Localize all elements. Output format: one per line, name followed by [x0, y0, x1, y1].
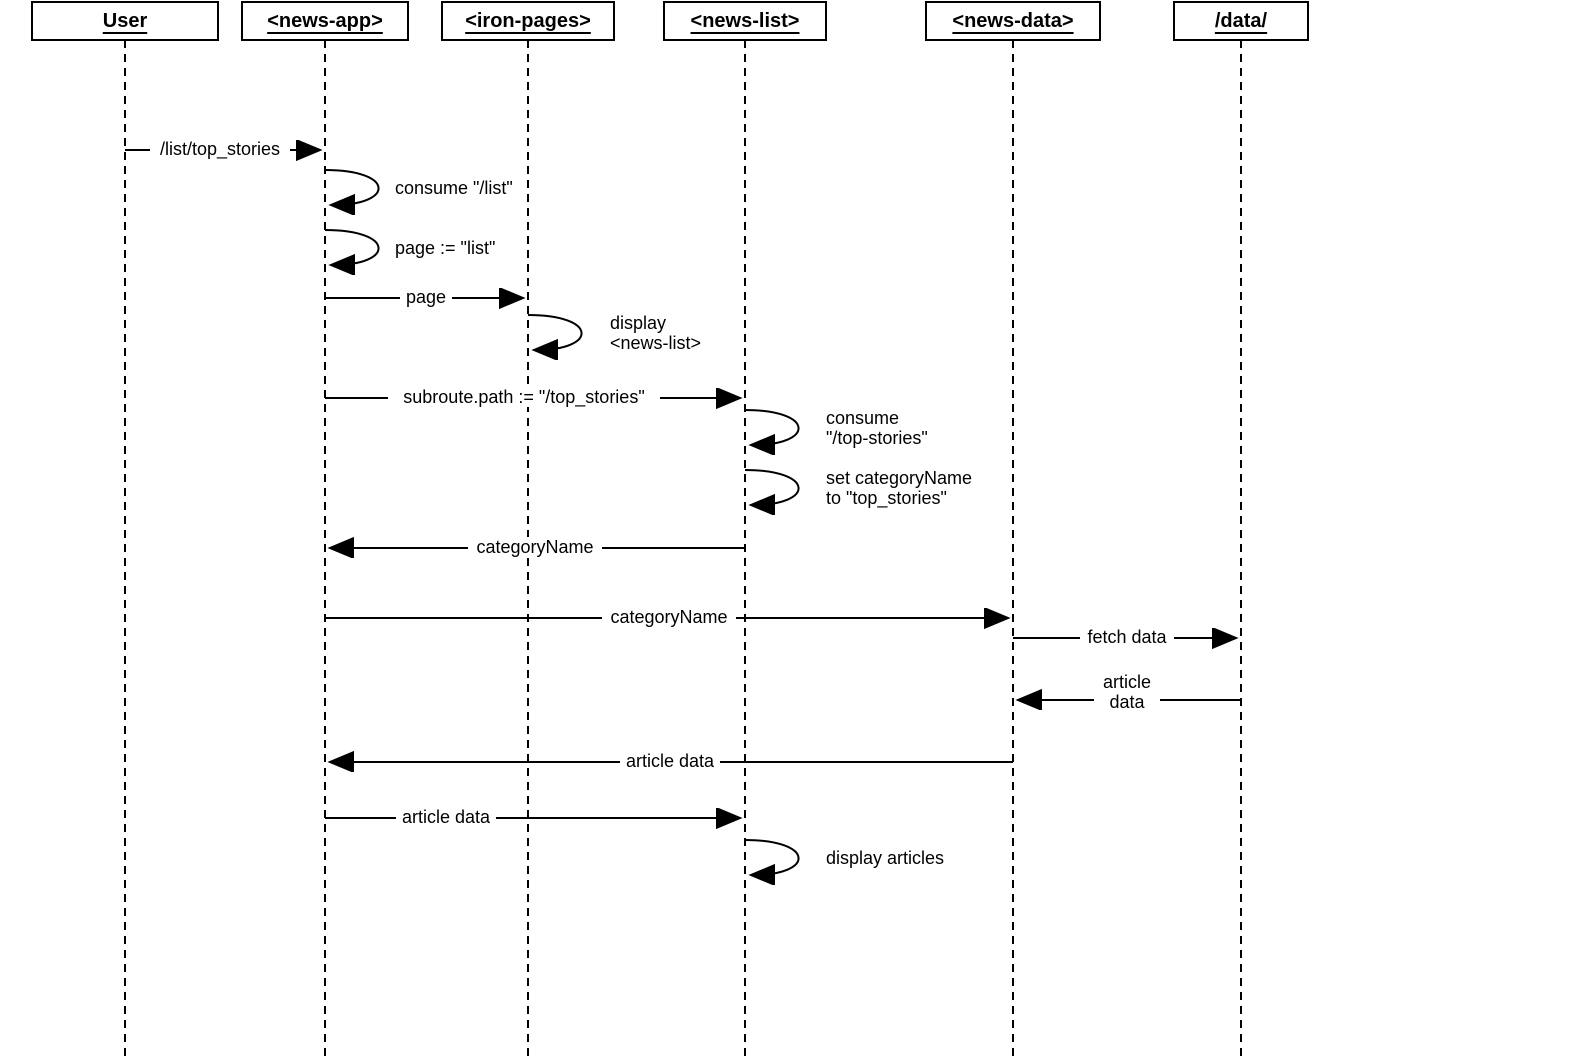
svg-text:fetch data: fetch data [1087, 627, 1167, 647]
msg-display-articles: display articles [745, 840, 944, 875]
msg-display-news-list: display <news-list> [528, 313, 701, 353]
svg-text:User: User [103, 10, 148, 32]
msg-list-top-stories: /list/top_stories [125, 138, 318, 160]
participant-user: User [32, 2, 218, 1060]
svg-text:<news-app>: <news-app> [267, 10, 383, 32]
svg-text:<news-list>: <news-list> [610, 333, 701, 353]
svg-text:article data: article data [626, 751, 715, 771]
svg-text:page: page [406, 287, 446, 307]
msg-category-name-back: categoryName [332, 537, 745, 557]
participant-iron-pages: <iron-pages> [442, 2, 614, 1060]
svg-text:article data: article data [402, 807, 491, 827]
msg-consume-list: consume "/list" [325, 170, 513, 205]
svg-text:<news-list>: <news-list> [691, 10, 800, 32]
participant-news-data: <news-data> [926, 2, 1100, 1060]
msg-article-data-to-list: article data [325, 807, 738, 827]
svg-text:page := "list": page := "list" [395, 238, 495, 258]
svg-text:to "top_stories": to "top_stories" [826, 488, 947, 509]
participant-news-list: <news-list> [664, 2, 826, 1060]
svg-text:subroute.path := "/top_stories: subroute.path := "/top_stories" [403, 387, 644, 408]
msg-set-category-name: set categoryName to "top_stories" [745, 468, 972, 509]
svg-text:<iron-pages>: <iron-pages> [465, 10, 591, 32]
msg-article-data-to-app: article data [332, 751, 1013, 771]
msg-page-assign: page := "list" [325, 230, 495, 265]
svg-text:set categoryName: set categoryName [826, 468, 972, 488]
svg-text:<news-data>: <news-data> [952, 10, 1073, 32]
svg-text:data: data [1109, 692, 1145, 712]
msg-article-data-from-server: article data [1020, 672, 1241, 712]
svg-text:display articles: display articles [826, 848, 944, 868]
svg-text:article: article [1103, 672, 1151, 692]
svg-text:consume: consume [826, 408, 899, 428]
msg-category-name-to-data: categoryName [325, 607, 1006, 627]
msg-consume-top-stories: consume "/top-stories" [745, 408, 928, 448]
svg-text:"/top-stories": "/top-stories" [826, 428, 928, 448]
svg-text:display: display [610, 313, 666, 333]
svg-text:categoryName: categoryName [476, 537, 593, 557]
msg-fetch-data: fetch data [1013, 627, 1234, 647]
msg-subroute-path: subroute.path := "/top_stories" [325, 387, 738, 408]
participant-news-app: <news-app> [242, 2, 408, 1060]
svg-text:consume "/list": consume "/list" [395, 178, 513, 198]
svg-text:/list/top_stories: /list/top_stories [160, 139, 280, 160]
svg-text:categoryName: categoryName [610, 607, 727, 627]
msg-page: page [325, 287, 521, 307]
svg-text:/data/: /data/ [1215, 10, 1268, 32]
sequence-diagram: User <news-app> <iron-pages> <news-list>… [0, 0, 1360, 1064]
participant-data: /data/ [1174, 2, 1308, 1060]
